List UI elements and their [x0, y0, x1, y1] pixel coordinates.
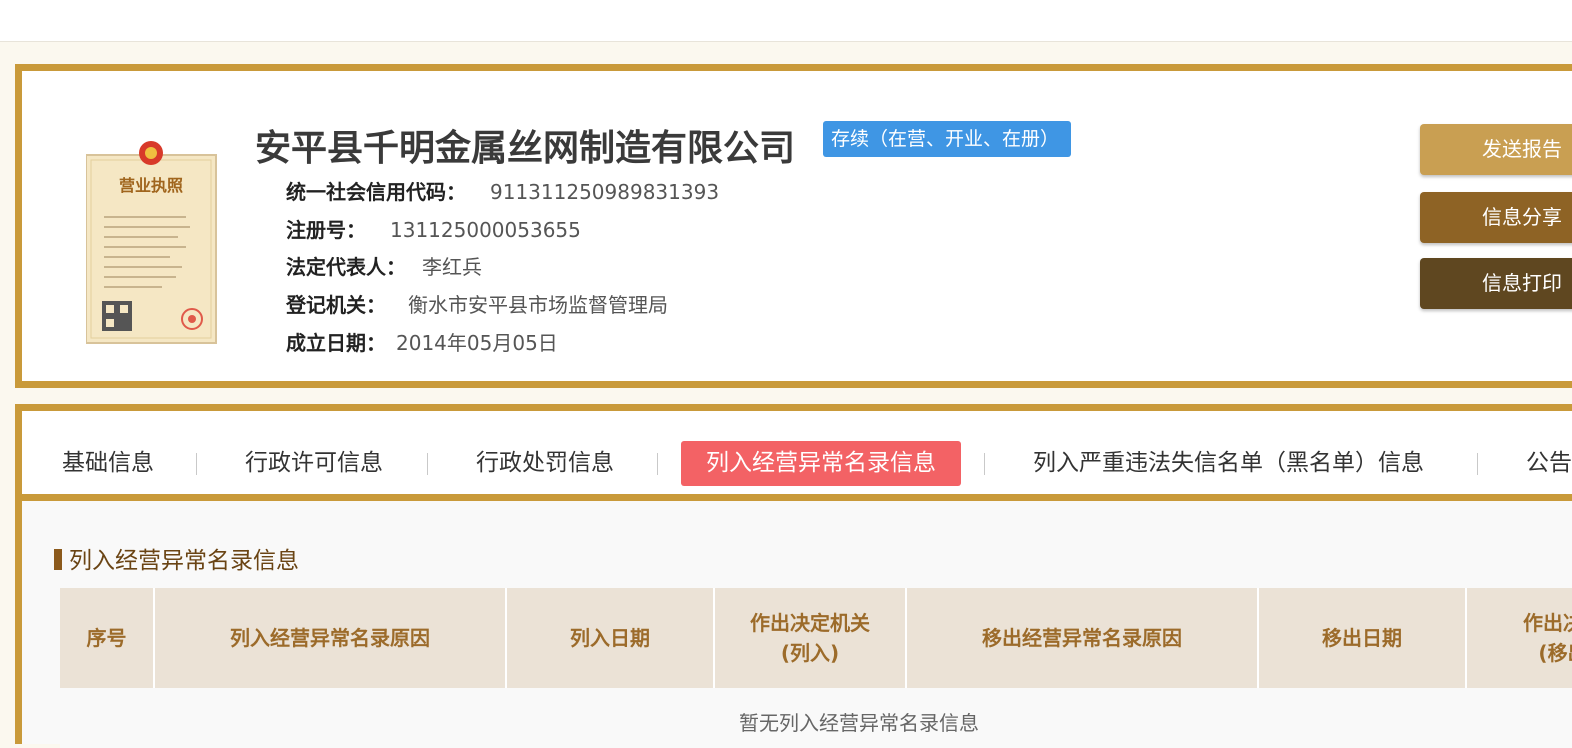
tab-admin-penalty[interactable]: 行政处罚信息	[476, 441, 614, 486]
info-row-reg-number: 注册号： 131125000053655	[286, 214, 581, 243]
tab-divider	[657, 453, 658, 475]
info-value: 911311250989831393	[490, 180, 720, 204]
empty-message: 暂无列入经营异常名录信息	[739, 711, 979, 735]
print-button[interactable]: 信息打印	[1420, 258, 1572, 309]
info-value: 衡水市安平县市场监督管理局	[408, 293, 668, 317]
tab-blacklist[interactable]: 列入严重违法失信名单（黑名单）信息	[1033, 441, 1424, 486]
column-header: 列入经营异常名录原因	[155, 588, 507, 688]
tab-announcement[interactable]: 公告	[1526, 441, 1572, 486]
info-row-established: 成立日期： 2014年05月05日	[286, 327, 558, 356]
detail-card: 基础信息 行政许可信息 行政处罚信息 列入经营异常名录信息 列入严重违法失信名单…	[15, 404, 1572, 748]
info-label: 登记机关：	[286, 293, 386, 317]
info-value: 李红兵	[422, 255, 482, 279]
business-license-image: 营业执照	[86, 141, 217, 344]
table-header: 序号 列入经营异常名录原因 列入日期 作出决定机关 (列入) 移出经营异常名录原…	[60, 588, 1572, 688]
abnormal-list-table: 序号 列入经营异常名录原因 列入日期 作出决定机关 (列入) 移出经营异常名录原…	[60, 588, 1572, 748]
column-header: 作出决定 (移出	[1523, 611, 1572, 665]
info-row-legal-rep: 法定代表人： 李红兵	[286, 251, 482, 280]
tab-abnormal-list[interactable]: 列入经营异常名录信息	[681, 441, 961, 486]
status-badge: 存续（在营、开业、在册）	[823, 121, 1072, 157]
section-title-text: 列入经营异常名录信息	[69, 548, 299, 574]
share-button[interactable]: 信息分享	[1420, 192, 1572, 243]
tab-divider	[427, 453, 428, 475]
tab-divider	[984, 453, 985, 475]
company-card: 营业执照 安平县千明金属丝网制造有限公司 存续（在营、开业、在册） 统一社会信用…	[15, 64, 1572, 388]
tab-divider	[196, 453, 197, 475]
info-label: 法定代表人：	[286, 255, 406, 279]
info-value: 131125000053655	[390, 218, 581, 242]
license-title: 营业执照	[119, 176, 183, 195]
tab-bar: 基础信息 行政许可信息 行政处罚信息 列入经营异常名录信息 列入严重违法失信名单…	[22, 411, 1572, 501]
info-label: 统一社会信用代码：	[286, 180, 466, 204]
send-report-button[interactable]: 发送报告	[1420, 124, 1572, 175]
tab-divider	[1477, 453, 1478, 475]
info-label: 成立日期：	[286, 331, 386, 355]
company-name: 安平县千明金属丝网制造有限公司	[255, 128, 796, 169]
column-header: 序号	[60, 588, 155, 688]
section-title: 列入经营异常名录信息	[54, 541, 299, 575]
tab-admin-license[interactable]: 行政许可信息	[245, 441, 383, 486]
info-row-credit-code: 统一社会信用代码： 911311250989831393	[286, 176, 719, 205]
info-value: 2014年05月05日	[396, 331, 558, 355]
column-header: 移出日期	[1259, 588, 1467, 688]
table-body: 暂无列入经营异常名录信息	[60, 688, 1572, 748]
column-header: 移出经营异常名录原因	[907, 588, 1259, 688]
column-header: 列入日期	[507, 588, 715, 688]
section-marker	[54, 549, 62, 570]
tab-basic-info[interactable]: 基础信息	[62, 441, 154, 486]
info-row-authority: 登记机关： 衡水市安平县市场监督管理局	[286, 289, 668, 318]
top-bar	[0, 0, 1572, 42]
info-label: 注册号：	[286, 218, 366, 242]
column-header: 作出决定机关 (列入)	[715, 588, 907, 688]
